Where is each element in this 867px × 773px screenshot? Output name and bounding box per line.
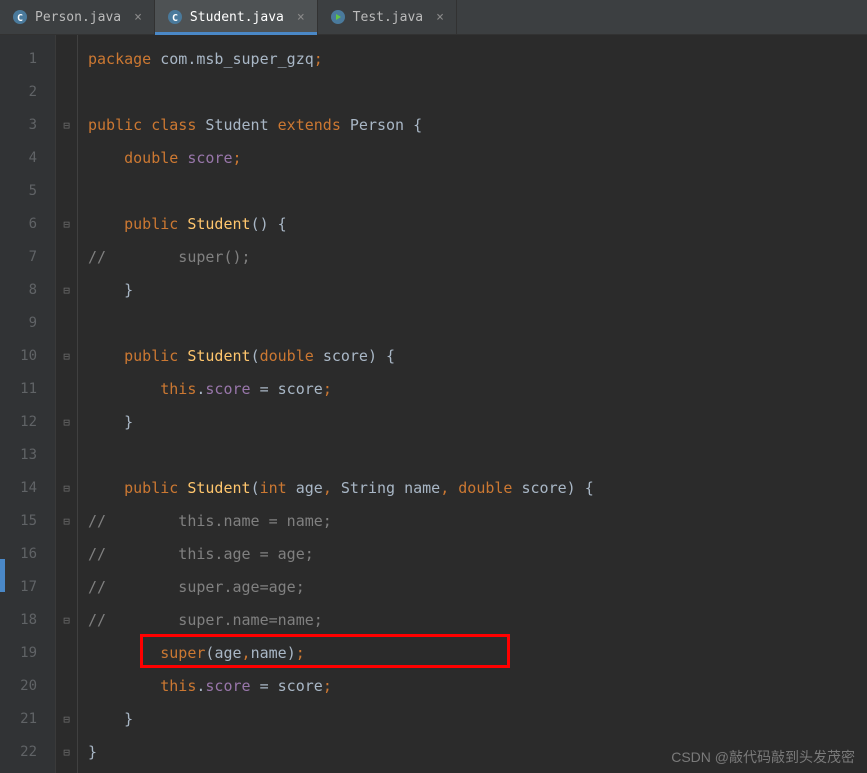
line-number: 7 [0,241,37,274]
code-line: package com.msb_super_gzq; [88,43,867,76]
fold-icon[interactable] [56,340,77,373]
code-line: this.score = score; [88,670,867,703]
line-number: 1 [0,43,37,76]
code-line: } [88,703,867,736]
change-marker [0,559,5,592]
code-line: // super.name=name; [88,604,867,637]
line-number: 15 [0,505,37,538]
line-gutter: 1 2 3 4 5 6 7 8 9 10 11 12 13 14 15 16 1… [0,35,56,773]
fold-icon[interactable] [56,703,77,736]
line-number: 17 [0,571,37,604]
code-line: public Student(double score) { [88,340,867,373]
code-line [88,175,867,208]
class-icon: C [167,9,183,25]
code-line: public Student(int age, String name, dou… [88,472,867,505]
line-number: 5 [0,175,37,208]
fold-icon[interactable] [56,274,77,307]
line-number: 8 [0,274,37,307]
fold-icon[interactable] [56,736,77,769]
code-line: // super.age=age; [88,571,867,604]
code-line: // this.age = age; [88,538,867,571]
code-line: this.score = score; [88,373,867,406]
code-editor[interactable]: 1 2 3 4 5 6 7 8 9 10 11 12 13 14 15 16 1… [0,35,867,773]
tab-student[interactable]: C Student.java × [155,0,318,34]
svg-text:C: C [17,13,23,24]
code-line: public Student() { [88,208,867,241]
fold-icon[interactable] [56,472,77,505]
code-line: } [88,274,867,307]
line-number: 12 [0,406,37,439]
code-line: } [88,406,867,439]
line-number: 3 [0,109,37,142]
svg-text:C: C [172,13,178,24]
tab-label: Test.java [353,10,423,25]
line-number: 21 [0,703,37,736]
close-icon[interactable]: × [434,10,446,25]
tab-test[interactable]: Test.java × [318,0,457,34]
code-line [88,307,867,340]
code-line: // super(); [88,241,867,274]
code-line: // this.name = name; [88,505,867,538]
line-number: 6 [0,208,37,241]
line-number: 9 [0,307,37,340]
line-number: 18 [0,604,37,637]
line-number: 10 [0,340,37,373]
watermark: CSDN @敲代码敲到头发茂密 [671,747,855,767]
fold-icon[interactable] [56,109,77,142]
class-icon: C [12,9,28,25]
code-line: double score; [88,142,867,175]
code-line [88,76,867,109]
tab-label: Student.java [190,10,284,25]
tab-label: Person.java [35,10,121,25]
fold-icon[interactable] [56,505,77,538]
close-icon[interactable]: × [132,10,144,25]
line-number: 2 [0,76,37,109]
code-area[interactable]: package com.msb_super_gzq; public class … [78,35,867,773]
editor-tabs: C Person.java × C Student.java × Test.ja… [0,0,867,35]
line-number: 11 [0,373,37,406]
line-number: 4 [0,142,37,175]
line-number: 20 [0,670,37,703]
line-number: 16 [0,538,37,571]
fold-icon[interactable] [56,208,77,241]
line-number: 13 [0,439,37,472]
code-line: super(age,name); [88,637,867,670]
close-icon[interactable]: × [295,10,307,25]
run-icon [330,9,346,25]
fold-icon[interactable] [56,406,77,439]
line-number: 19 [0,637,37,670]
fold-icon[interactable] [56,604,77,637]
line-number: 22 [0,736,37,769]
tab-person[interactable]: C Person.java × [0,0,155,34]
fold-gutter [56,35,78,773]
line-number: 14 [0,472,37,505]
code-line [88,439,867,472]
code-line: public class Student extends Person { [88,109,867,142]
